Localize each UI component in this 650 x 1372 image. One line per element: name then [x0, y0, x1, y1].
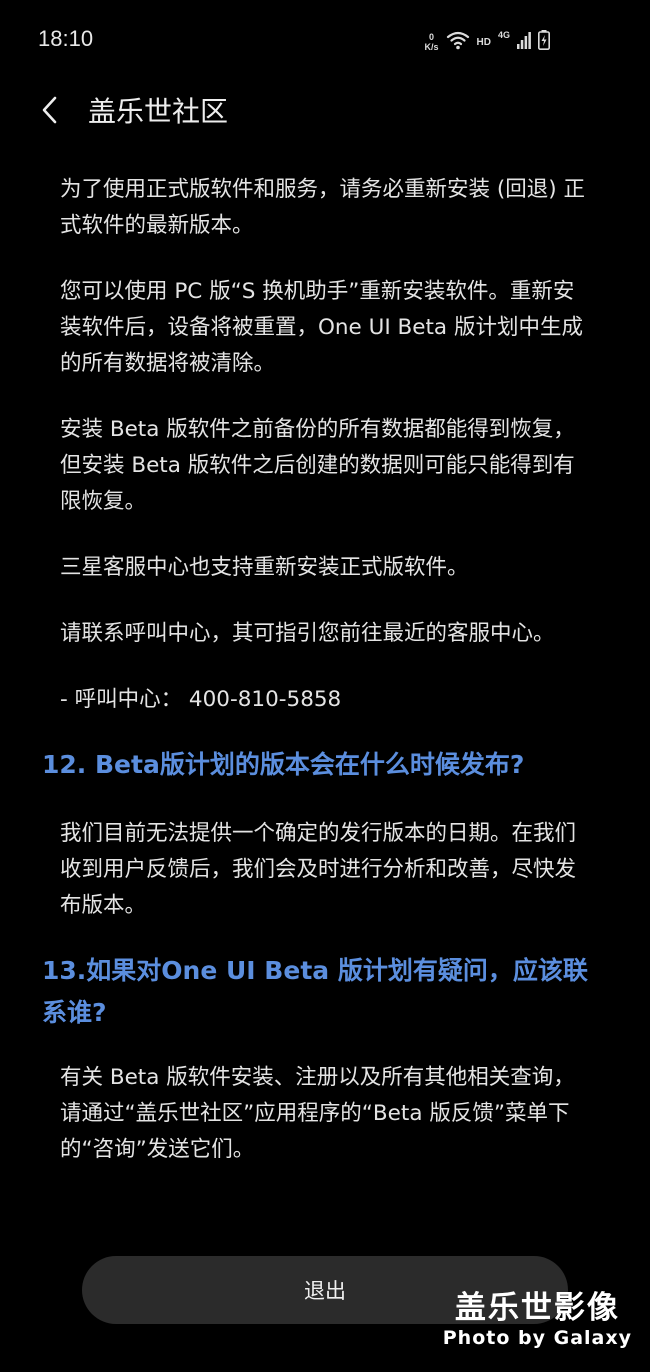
paragraph: 三星客服中心也支持重新安装正式版软件。 [60, 555, 469, 580]
network-speed-unit: K/s [424, 42, 439, 52]
paragraph: 请联系呼叫中心，其可指引您前往最近的客服中心。 [60, 621, 555, 646]
signal-icon [517, 31, 531, 53]
watermark: 盖乐世影像 Photo by Galaxy [443, 1290, 632, 1350]
wifi-icon [446, 30, 470, 54]
network-speed: 0 K/s [425, 32, 439, 52]
network-type-label: 4G [497, 30, 510, 40]
watermark-title: 盖乐世影像 [454, 1290, 620, 1326]
back-button[interactable] [30, 92, 70, 132]
app-header: 盖乐世社区 [0, 84, 650, 144]
paragraph: 您可以使用 PC 版“S 换机助手”重新安装软件。重新安装软件后，设备将被重置，… [60, 279, 583, 376]
article-content: 为了使用正式版软件和服务，请务必重新安装 (回退) 正式软件的最新版本。 您可以… [42, 172, 595, 1198]
status-icons: 0 K/s HD 4G [425, 28, 550, 56]
battery-charging-icon [538, 30, 550, 54]
faq-13-question: 13.如果对One UI Beta 版计划有疑问，应该联系谁? [42, 956, 588, 1027]
page-title: 盖乐世社区 [88, 95, 229, 128]
call-center-number: - 呼叫中心： 400-810-5858 [60, 687, 342, 712]
status-bar: 18:10 0 K/s HD 4G [0, 0, 650, 84]
chevron-left-icon [39, 95, 61, 129]
faq-12-answer: 我们目前无法提供一个确定的发行版本的日期。在我们收到用户反馈后，我们会及时进行分… [60, 821, 577, 918]
paragraph: 安装 Beta 版软件之前备份的所有数据都能得到恢复，但安装 Beta 版软件之… [60, 417, 575, 514]
hd-badge: HD [476, 36, 491, 48]
network-speed-value: 0 [429, 32, 435, 42]
status-time: 18:10 [38, 26, 94, 51]
watermark-subtitle: Photo by Galaxy [442, 1327, 632, 1349]
faq-12-question: 12. Beta版计划的版本会在什么时候发布? [42, 750, 525, 779]
faq-13-answer: 有关 Beta 版软件安装、注册以及所有其他相关查询，请通过“盖乐世社区”应用程… [60, 1065, 575, 1162]
paragraph: 为了使用正式版软件和服务，请务必重新安装 (回退) 正式软件的最新版本。 [60, 177, 585, 238]
